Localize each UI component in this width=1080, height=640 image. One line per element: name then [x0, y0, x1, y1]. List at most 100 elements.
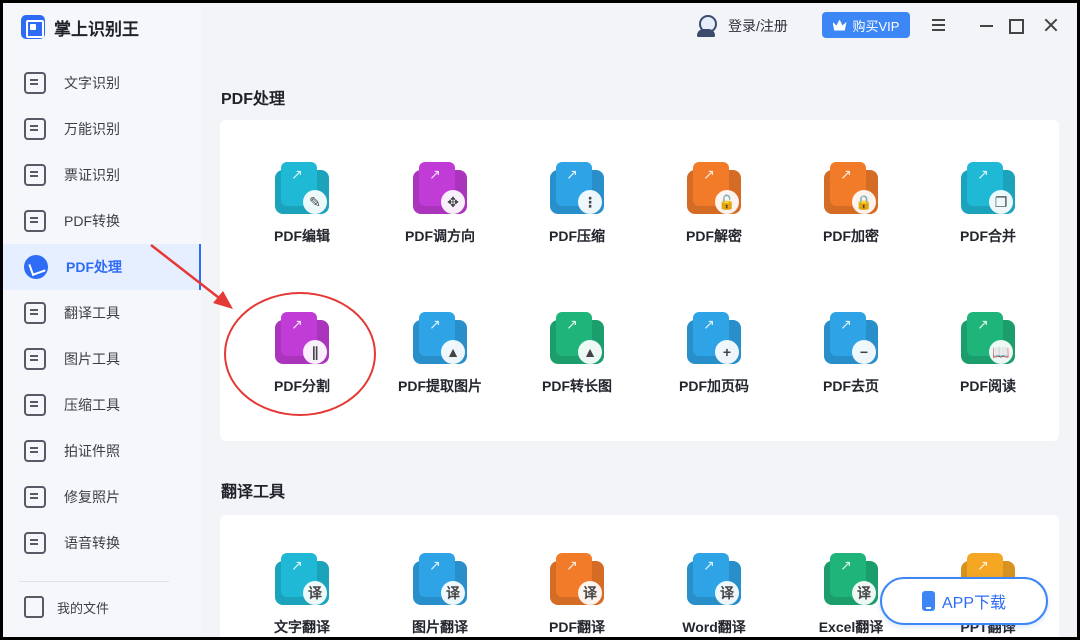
- tool-pdf-add-page-number[interactable]: + PDF加页码: [654, 302, 774, 422]
- tool-pdf-extract-image[interactable]: ▲ PDF提取图片: [380, 302, 500, 422]
- pdf-encrypt-icon: 🔒: [824, 162, 878, 216]
- text-translate-icon: 译: [275, 553, 329, 607]
- tool-label: PDF解密: [686, 228, 742, 244]
- sidebar-item-voice-convert[interactable]: 语音转换: [3, 520, 201, 566]
- pdf-rotate-icon: ✥: [413, 162, 467, 216]
- image-translate-icon: 译: [413, 553, 467, 607]
- close-button[interactable]: [1043, 16, 1061, 34]
- tile-badge: 译: [441, 581, 465, 605]
- tool-pdf-decrypt[interactable]: 🔓 PDF解密: [654, 152, 774, 272]
- universal-recognize-icon: [24, 118, 46, 140]
- tool-label: PDF压缩: [549, 228, 605, 244]
- menu-icon: [932, 19, 945, 21]
- tool-label: PDF转长图: [542, 378, 612, 394]
- sidebar-item-label: PDF转换: [64, 213, 120, 229]
- compress-icon: [24, 394, 46, 416]
- sidebar-item-ticket-recognize[interactable]: 票证识别: [3, 152, 201, 198]
- app-window: 掌上识别王 文字识别 万能识别 票证识别 PDF转换 PDF处理 翻译工具 图片…: [3, 3, 1077, 637]
- pdf-decrypt-icon: 🔓: [687, 162, 741, 216]
- tile-badge: ❐: [989, 190, 1013, 214]
- tile-badge: −: [852, 340, 876, 364]
- tool-label: PDF合并: [960, 228, 1016, 244]
- tool-label: PDF去页: [823, 378, 879, 394]
- tile-badge: ▲: [578, 340, 602, 364]
- tool-label: Word翻译: [682, 619, 746, 635]
- photo-repair-icon: [24, 486, 46, 508]
- tile-badge: 🔓: [715, 190, 739, 214]
- translate-icon: [24, 302, 46, 324]
- tool-pdf-long-image[interactable]: ▲ PDF转长图: [517, 302, 637, 422]
- login-button[interactable]: 登录/注册: [695, 12, 788, 40]
- maximize-button[interactable]: [1006, 16, 1024, 34]
- sidebar-item-photo-repair[interactable]: 修复照片: [3, 474, 201, 520]
- text-recognize-icon: [24, 72, 46, 94]
- tile-badge: ✎: [303, 190, 327, 214]
- tool-label: PDF编辑: [274, 228, 330, 244]
- sidebar-item-id-photo[interactable]: 拍证件照: [3, 428, 201, 474]
- tool-word-translate[interactable]: 译 Word翻译: [654, 543, 774, 637]
- sidebar-item-label: 压缩工具: [64, 397, 120, 413]
- tool-pdf-edit[interactable]: ✎ PDF编辑: [242, 152, 362, 272]
- voice-convert-icon: [24, 532, 46, 554]
- excel-translate-icon: 译: [824, 553, 878, 607]
- phone-icon: [921, 591, 935, 611]
- tool-pdf-merge[interactable]: ❐ PDF合并: [928, 152, 1048, 272]
- tool-pdf-translate[interactable]: 译 PDF翻译: [517, 543, 637, 637]
- sidebar-item-label: 万能识别: [64, 121, 120, 137]
- sidebar-item-label: 修复照片: [64, 489, 120, 505]
- minimize-button[interactable]: [978, 16, 996, 34]
- menu-button[interactable]: [930, 16, 948, 34]
- sidebar-item-image-tool[interactable]: 图片工具: [3, 336, 201, 382]
- sidebar-item-label: 票证识别: [64, 167, 120, 183]
- sidebar-item-pdf-convert[interactable]: PDF转换: [3, 198, 201, 244]
- sidebar-item-label: 语音转换: [64, 535, 120, 551]
- tile-badge: 🔒: [852, 190, 876, 214]
- tool-pdf-read[interactable]: 📖 PDF阅读: [928, 302, 1048, 422]
- pdf-process-icon: [24, 255, 48, 279]
- app-logo-icon: [21, 15, 45, 39]
- sidebar-item-label: 文字识别: [64, 75, 120, 91]
- crown-icon: [832, 19, 847, 31]
- app-title: 掌上识别王: [54, 19, 139, 39]
- tool-image-translate[interactable]: 译图片翻译: [380, 543, 500, 637]
- sidebar-item-label: PDF处理: [66, 259, 122, 275]
- tile-badge: ✥: [441, 190, 465, 214]
- ticket-recognize-icon: [24, 164, 46, 186]
- sidebar-item-label: 翻译工具: [64, 305, 120, 321]
- app-download-label: APP下载: [941, 595, 1007, 612]
- buy-vip-button[interactable]: 购买VIP: [822, 12, 910, 38]
- my-files-button[interactable]: 我的文件: [24, 594, 109, 620]
- pdf-remove-page-icon: −: [824, 312, 878, 366]
- pdf-edit-icon: ✎: [275, 162, 329, 216]
- pdf-translate-icon: 译: [550, 553, 604, 607]
- tool-text-translate[interactable]: 译文字翻译: [242, 543, 362, 637]
- tool-pdf-remove-page[interactable]: − PDF去页: [791, 302, 911, 422]
- brand: 掌上识别王: [21, 13, 139, 41]
- pdf-long-image-icon: ▲: [550, 312, 604, 366]
- tile-badge: 译: [303, 581, 327, 605]
- tool-pdf-encrypt[interactable]: 🔒 PDF加密: [791, 152, 911, 272]
- tool-label: 文字翻译: [274, 619, 330, 635]
- image-tool-icon: [24, 348, 46, 370]
- avatar-icon: [695, 14, 717, 38]
- tile-badge: +: [715, 340, 739, 364]
- tool-label: PDF提取图片: [398, 378, 482, 394]
- tile-badge: 译: [715, 581, 739, 605]
- tool-label: PDF翻译: [549, 619, 605, 635]
- sidebar-divider: [19, 581, 169, 582]
- tile-badge: 译: [852, 581, 876, 605]
- word-translate-icon: 译: [687, 553, 741, 607]
- tile-badge: ⋮: [578, 190, 602, 214]
- sidebar-item-universal-recognize[interactable]: 万能识别: [3, 106, 201, 152]
- highlight-circle: [224, 292, 376, 416]
- tool-pdf-compress[interactable]: ⋮ PDF压缩: [517, 152, 637, 272]
- tool-label: PDF阅读: [960, 378, 1016, 394]
- pdf-extract-image-icon: ▲: [413, 312, 467, 366]
- sidebar-item-compress[interactable]: 压缩工具: [3, 382, 201, 428]
- id-photo-icon: [24, 440, 46, 462]
- app-download-button[interactable]: APP下载: [880, 577, 1048, 625]
- sidebar-item-text-recognize[interactable]: 文字识别: [3, 60, 201, 106]
- tool-pdf-rotate[interactable]: ✥ PDF调方向: [380, 152, 500, 272]
- pdf-convert-icon: [24, 210, 46, 232]
- tool-label: 图片翻译: [412, 619, 468, 635]
